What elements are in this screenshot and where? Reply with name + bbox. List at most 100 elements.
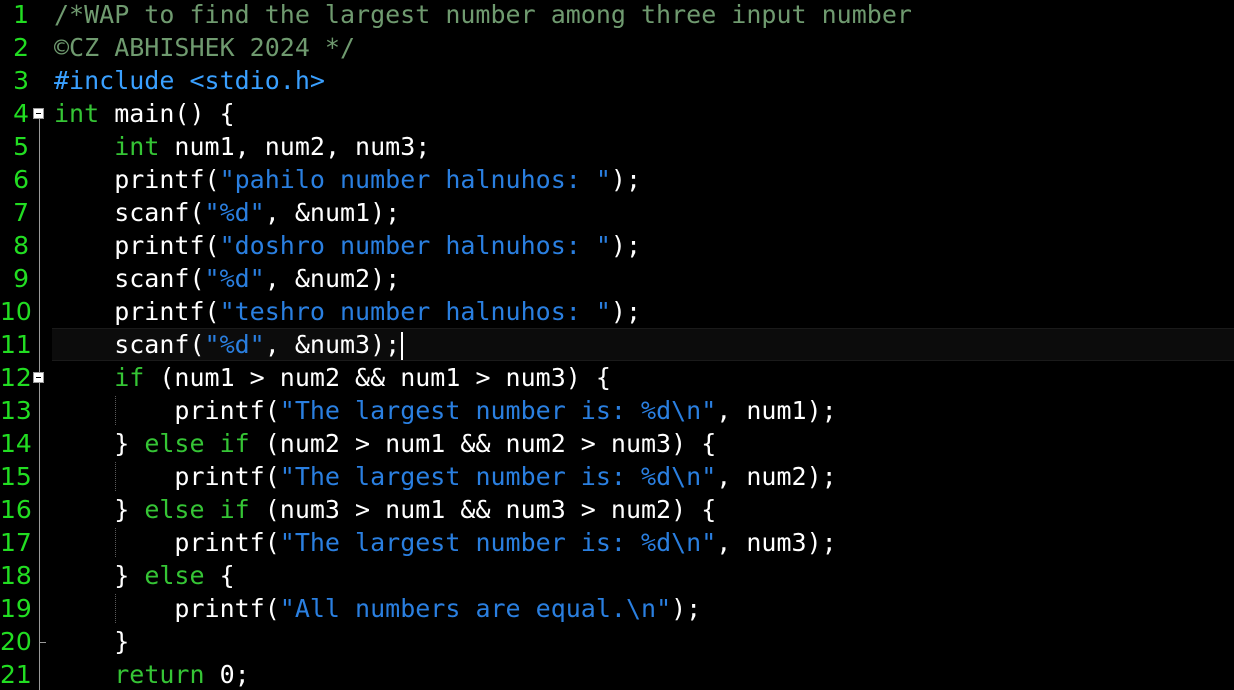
code-token-plain: printf( — [54, 528, 280, 557]
code-line[interactable]: 8 printf("doshro number halnuhos: "); — [0, 229, 1234, 262]
code-token-plain: main() { — [99, 99, 235, 128]
code-line[interactable]: 6 printf("pahilo number halnuhos: "); — [0, 163, 1234, 196]
code-token-str: "pahilo number halnuhos: " — [219, 165, 611, 194]
code-line[interactable]: 9 scanf("%d", &num2); — [0, 262, 1234, 295]
code-line[interactable]: 16 } else if (num3 > num1 && num3 > num2… — [0, 493, 1234, 526]
fold-toggle-icon[interactable] — [33, 108, 44, 119]
code-line[interactable]: 12 if (num1 > num2 && num1 > num3) { — [0, 361, 1234, 394]
line-number: 3 — [13, 66, 29, 95]
code-token-plain: printf( — [54, 594, 280, 623]
code-text[interactable]: scanf("%d", &num3); — [54, 328, 404, 361]
code-text[interactable]: printf("All numbers are equal.\n"); — [54, 592, 701, 625]
code-line[interactable]: 21 return 0; — [0, 658, 1234, 690]
line-number: 2 — [13, 33, 29, 62]
code-text[interactable]: if (num1 > num2 && num1 > num3) { — [54, 361, 611, 394]
code-token-str: "%d" — [204, 330, 265, 359]
code-text[interactable]: } else { — [54, 559, 235, 592]
code-token-str: "All numbers are equal.\n" — [279, 594, 672, 623]
code-token-plain: 0; — [204, 660, 250, 689]
code-editor[interactable]: 1 /*WAP to find the largest number among … — [0, 0, 1234, 690]
code-line[interactable]: 17 printf("The largest number is: %d\n",… — [0, 526, 1234, 559]
line-number: 1 — [13, 0, 29, 29]
code-token-plain: scanf( — [54, 198, 205, 227]
code-text[interactable]: } — [54, 625, 129, 658]
code-token-plain: , num2); — [716, 462, 837, 491]
code-token-kw: return — [114, 660, 205, 689]
code-text[interactable]: } else if (num3 > num1 && num3 > num2) { — [54, 493, 716, 526]
code-line[interactable]: 3 #include <stdio.h> — [0, 64, 1234, 97]
code-line[interactable]: 18 } else { — [0, 559, 1234, 592]
code-token-pre: #include <stdio.h> — [54, 66, 325, 95]
line-number: 14 — [0, 429, 32, 458]
code-token-comment: ©CZ ABHISHEK 2024 */ — [54, 33, 356, 62]
code-line[interactable]: 1 /*WAP to find the largest number among … — [0, 0, 1234, 31]
code-text[interactable]: printf("doshro number halnuhos: "); — [54, 229, 641, 262]
code-line[interactable]: 20 } — [0, 625, 1234, 658]
code-line[interactable]: 7 scanf("%d", &num1); — [0, 196, 1234, 229]
line-number: 9 — [13, 264, 29, 293]
code-text[interactable]: return 0; — [54, 658, 250, 690]
code-token-str: "doshro number halnuhos: " — [219, 231, 611, 260]
code-token-plain: } — [54, 495, 145, 524]
code-token-plain: ); — [610, 165, 642, 194]
code-line[interactable]: 2 ©CZ ABHISHEK 2024 */ — [0, 31, 1234, 64]
code-line[interactable]: 10 printf("teshro number halnuhos: "); — [0, 295, 1234, 328]
code-token-kw: else if — [144, 495, 250, 524]
line-number: 20 — [0, 627, 32, 656]
code-text[interactable]: scanf("%d", &num1); — [54, 196, 400, 229]
code-text[interactable]: #include <stdio.h> — [54, 64, 325, 97]
code-token-plain: printf( — [54, 396, 280, 425]
line-number: 15 — [0, 462, 32, 491]
code-line[interactable]: 15 printf("The largest number is: %d\n",… — [0, 460, 1234, 493]
code-token-plain: , num3); — [716, 528, 837, 557]
fold-toggle-icon[interactable] — [33, 372, 44, 383]
code-token-plain: (num1 > num2 && num1 > num3) { — [144, 363, 611, 392]
code-text[interactable]: } else if (num2 > num1 && num2 > num3) { — [54, 427, 716, 460]
code-text[interactable]: printf("The largest number is: %d\n", nu… — [54, 526, 837, 559]
line-number: 5 — [13, 132, 29, 161]
line-number: 10 — [0, 297, 32, 326]
code-line[interactable]: 4 int main() { — [0, 97, 1234, 130]
code-token-plain: , num1); — [716, 396, 837, 425]
code-text[interactable]: printf("pahilo number halnuhos: "); — [54, 163, 641, 196]
line-number: 8 — [13, 231, 29, 260]
code-token-plain: scanf( — [54, 330, 205, 359]
code-line[interactable]: 19 printf("All numbers are equal.\n"); — [0, 592, 1234, 625]
code-token-plain: { — [204, 561, 235, 590]
code-line[interactable]: 13 printf("The largest number is: %d\n",… — [0, 394, 1234, 427]
code-token-plain: } — [54, 627, 130, 656]
code-token-str: "The largest number is: %d\n" — [279, 528, 717, 557]
line-number: 18 — [0, 561, 32, 590]
code-token-plain: printf( — [54, 297, 220, 326]
code-token-str: "The largest number is: %d\n" — [279, 462, 717, 491]
code-text[interactable]: printf("teshro number halnuhos: "); — [54, 295, 641, 328]
code-line[interactable]: 11 scanf("%d", &num3); — [0, 328, 1234, 361]
code-token-kw: int — [114, 132, 160, 161]
line-number: 12 — [0, 363, 32, 392]
code-text[interactable]: printf("The largest number is: %d\n", nu… — [54, 394, 837, 427]
code-line[interactable]: 14 } else if (num2 > num1 && num2 > num3… — [0, 427, 1234, 460]
code-text[interactable]: ©CZ ABHISHEK 2024 */ — [54, 31, 355, 64]
indent-guide — [115, 396, 116, 425]
fold-end-mark — [39, 642, 46, 643]
line-number: 21 — [0, 660, 32, 689]
code-line[interactable]: 5 int num1, num2, num3; — [0, 130, 1234, 163]
code-token-plain: ); — [610, 297, 642, 326]
code-text[interactable]: scanf("%d", &num2); — [54, 262, 400, 295]
code-text[interactable]: int num1, num2, num3; — [54, 130, 430, 163]
code-token-plain: (num3 > num1 && num3 > num2) { — [249, 495, 717, 524]
code-text[interactable]: int main() { — [54, 97, 235, 130]
code-token-plain: printf( — [54, 165, 220, 194]
code-token-plain: } — [54, 429, 145, 458]
code-token-str: "%d" — [204, 264, 265, 293]
line-number: 11 — [0, 330, 32, 359]
code-token-str: "teshro number halnuhos: " — [219, 297, 611, 326]
code-token-plain: , &num2); — [264, 264, 401, 293]
code-token-str: "%d" — [204, 198, 265, 227]
code-text[interactable]: /*WAP to find the largest number among t… — [54, 0, 912, 31]
indent-guide — [115, 462, 116, 491]
code-text[interactable]: printf("The largest number is: %d\n", nu… — [54, 460, 837, 493]
indent-guide — [115, 528, 116, 557]
